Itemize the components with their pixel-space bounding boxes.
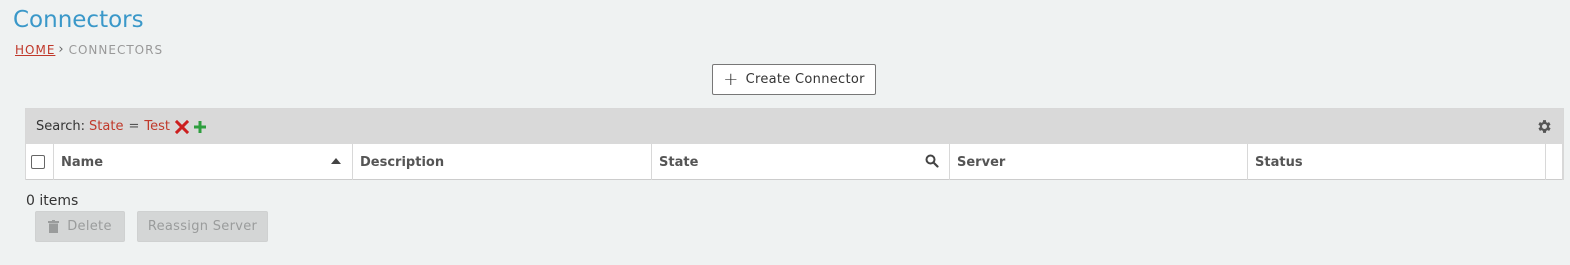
column-header-server[interactable]: Server [950, 144, 1248, 180]
column-header-label: Server [957, 154, 1006, 170]
column-header-description[interactable]: Description [353, 144, 652, 180]
column-header-label: Name [61, 154, 104, 170]
connectors-grid: Search: State = Test Name Description St… [25, 108, 1564, 180]
column-header-state[interactable]: State [652, 144, 950, 180]
search-label: Search: [36, 119, 86, 134]
column-header-label: Description [360, 154, 445, 170]
create-connector-label: Create Connector [745, 72, 865, 87]
breadcrumb-home-link[interactable]: HOME [15, 43, 55, 57]
trash-icon [48, 220, 60, 233]
column-header-label: Status [1255, 154, 1303, 170]
create-connector-button[interactable]: + Create Connector [712, 64, 876, 95]
search-icon[interactable] [925, 154, 939, 172]
column-header-name[interactable]: Name [54, 144, 353, 180]
select-all-cell [26, 144, 54, 180]
filter-value: Test [144, 119, 170, 134]
delete-label: Delete [67, 219, 112, 234]
breadcrumb: HOME › CONNECTORS [15, 42, 163, 57]
select-all-checkbox[interactable] [31, 155, 45, 169]
reassign-server-button[interactable]: Reassign Server [137, 211, 268, 242]
column-header-spacer [1546, 144, 1563, 180]
reassign-server-label: Reassign Server [147, 219, 258, 234]
column-header-status[interactable]: Status [1248, 144, 1546, 180]
column-header-label: State [659, 154, 699, 170]
search-filter-token[interactable]: State = Test [89, 119, 170, 134]
table-header-row: Name Description State Server Status [26, 144, 1563, 180]
page-title: Connectors [13, 7, 144, 33]
delete-button[interactable]: Delete [35, 211, 125, 242]
plus-icon: + [723, 68, 739, 90]
breadcrumb-current: CONNECTORS [68, 42, 164, 57]
search-bar: Search: State = Test [26, 109, 1563, 144]
gear-icon[interactable] [1536, 118, 1553, 135]
chevron-right-icon: › [58, 42, 65, 57]
filter-field: State [89, 119, 124, 134]
add-filter-icon[interactable] [193, 120, 207, 134]
sort-ascending-icon [331, 158, 341, 164]
items-count: 0 items [26, 193, 79, 209]
remove-filter-icon[interactable] [174, 119, 189, 134]
filter-operator: = [128, 119, 140, 134]
